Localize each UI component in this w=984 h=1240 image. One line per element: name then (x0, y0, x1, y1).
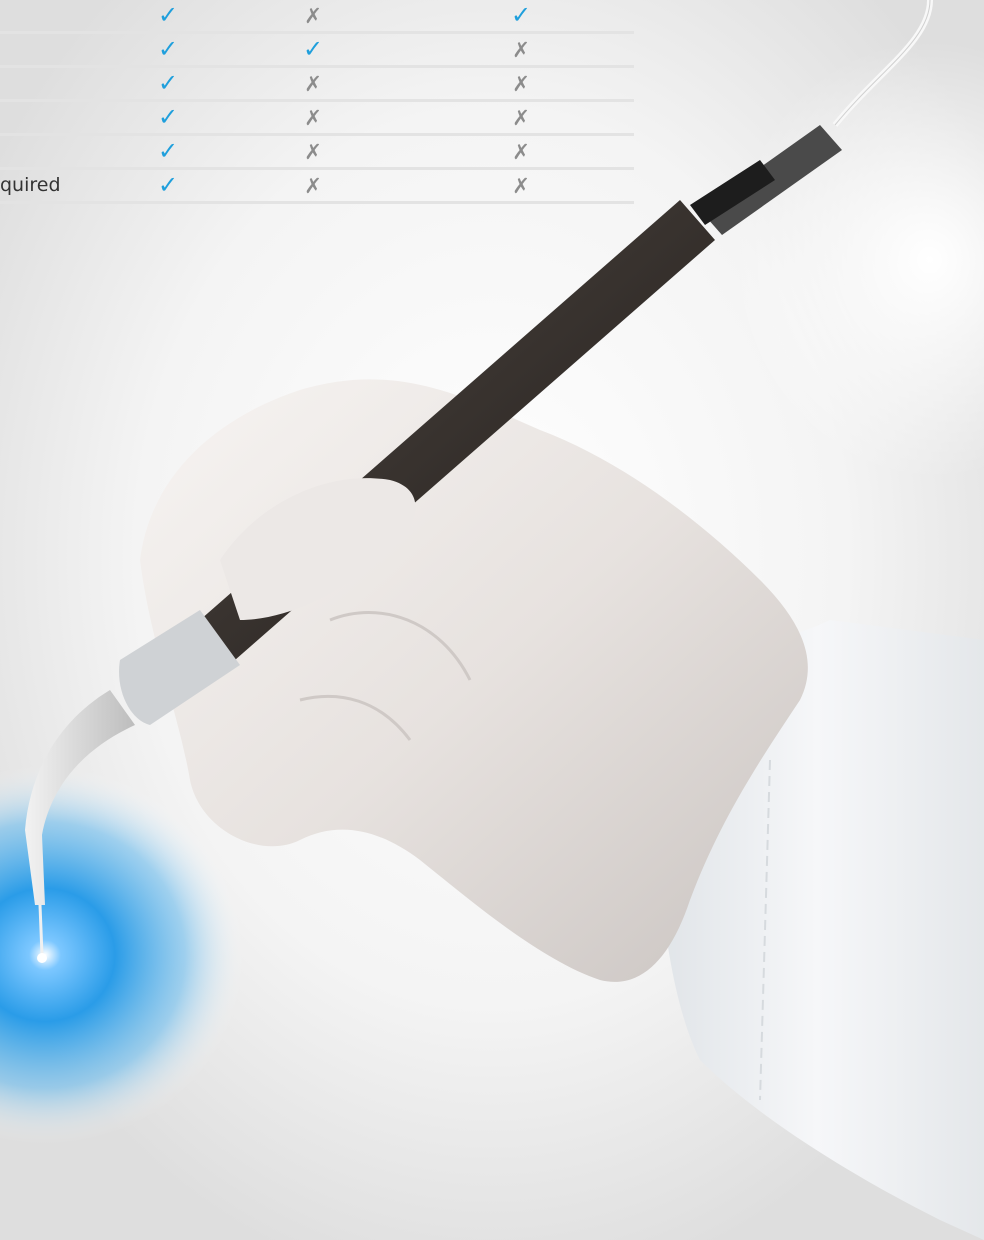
mark-cell: ✓ (118, 168, 218, 204)
table-row: ✓ ✗ ✓ (0, 0, 634, 34)
mark-cell: ✗ (218, 100, 408, 136)
table-row: ✓ ✓ ✗ (0, 32, 634, 68)
mark-cell: ✓ (118, 100, 218, 136)
row-label (0, 134, 70, 170)
mark-cell: ✗ (218, 134, 408, 170)
spacer-cell (70, 168, 118, 204)
mark-cell: ✓ (118, 0, 218, 34)
comparison-table: ✓ ✗ ✓ ✓ ✓ ✗ ✓ ✗ ✗ ✓ ✗ ✗ ✓ ✗ ✗ quired ✓ ✗ ✗ (0, 0, 634, 204)
cross-icon: ✗ (512, 71, 530, 96)
checkmark-icon: ✓ (510, 1, 532, 29)
mark-cell: ✗ (408, 32, 634, 68)
mark-cell: ✗ (408, 134, 634, 170)
table-row: quired ✓ ✗ ✗ (0, 168, 634, 204)
spacer-cell (70, 100, 118, 136)
table-row: ✓ ✗ ✗ (0, 134, 634, 170)
cross-icon: ✗ (512, 105, 530, 130)
mark-cell: ✓ (218, 32, 408, 68)
checkmark-icon: ✓ (157, 1, 179, 29)
mark-cell: ✓ (118, 66, 218, 102)
cross-icon: ✗ (512, 37, 530, 62)
mark-cell: ✓ (118, 134, 218, 170)
mark-cell: ✓ (408, 0, 634, 34)
checkmark-icon: ✓ (157, 137, 179, 165)
cross-icon: ✗ (304, 71, 322, 96)
mark-cell: ✗ (408, 168, 634, 204)
row-label: quired (0, 168, 70, 204)
cross-icon: ✗ (512, 139, 530, 164)
checkmark-icon: ✓ (302, 35, 324, 63)
spacer-cell (70, 134, 118, 170)
mark-cell: ✗ (408, 66, 634, 102)
checkmark-icon: ✓ (157, 69, 179, 97)
table-row: ✓ ✗ ✗ (0, 100, 634, 136)
row-label (0, 32, 70, 68)
mark-cell: ✗ (218, 66, 408, 102)
cross-icon: ✗ (304, 173, 322, 198)
checkmark-icon: ✓ (157, 103, 179, 131)
spacer-cell (70, 0, 118, 34)
row-label (0, 100, 70, 136)
table-row: ✓ ✗ ✗ (0, 66, 634, 102)
mark-cell: ✗ (218, 0, 408, 34)
cross-icon: ✗ (304, 3, 322, 28)
cross-icon: ✗ (304, 105, 322, 130)
spacer-cell (70, 66, 118, 102)
mark-cell: ✗ (408, 100, 634, 136)
row-label (0, 66, 70, 102)
mark-cell: ✗ (218, 168, 408, 204)
row-label (0, 0, 70, 34)
checkmark-icon: ✓ (157, 171, 179, 199)
comparison-table-body: ✓ ✗ ✓ ✓ ✓ ✗ ✓ ✗ ✗ ✓ ✗ ✗ ✓ ✗ ✗ quired ✓ ✗ ✗ (0, 0, 634, 204)
cross-icon: ✗ (512, 173, 530, 198)
spacer-cell (70, 32, 118, 68)
cross-icon: ✗ (304, 139, 322, 164)
checkmark-icon: ✓ (157, 35, 179, 63)
mark-cell: ✓ (118, 32, 218, 68)
